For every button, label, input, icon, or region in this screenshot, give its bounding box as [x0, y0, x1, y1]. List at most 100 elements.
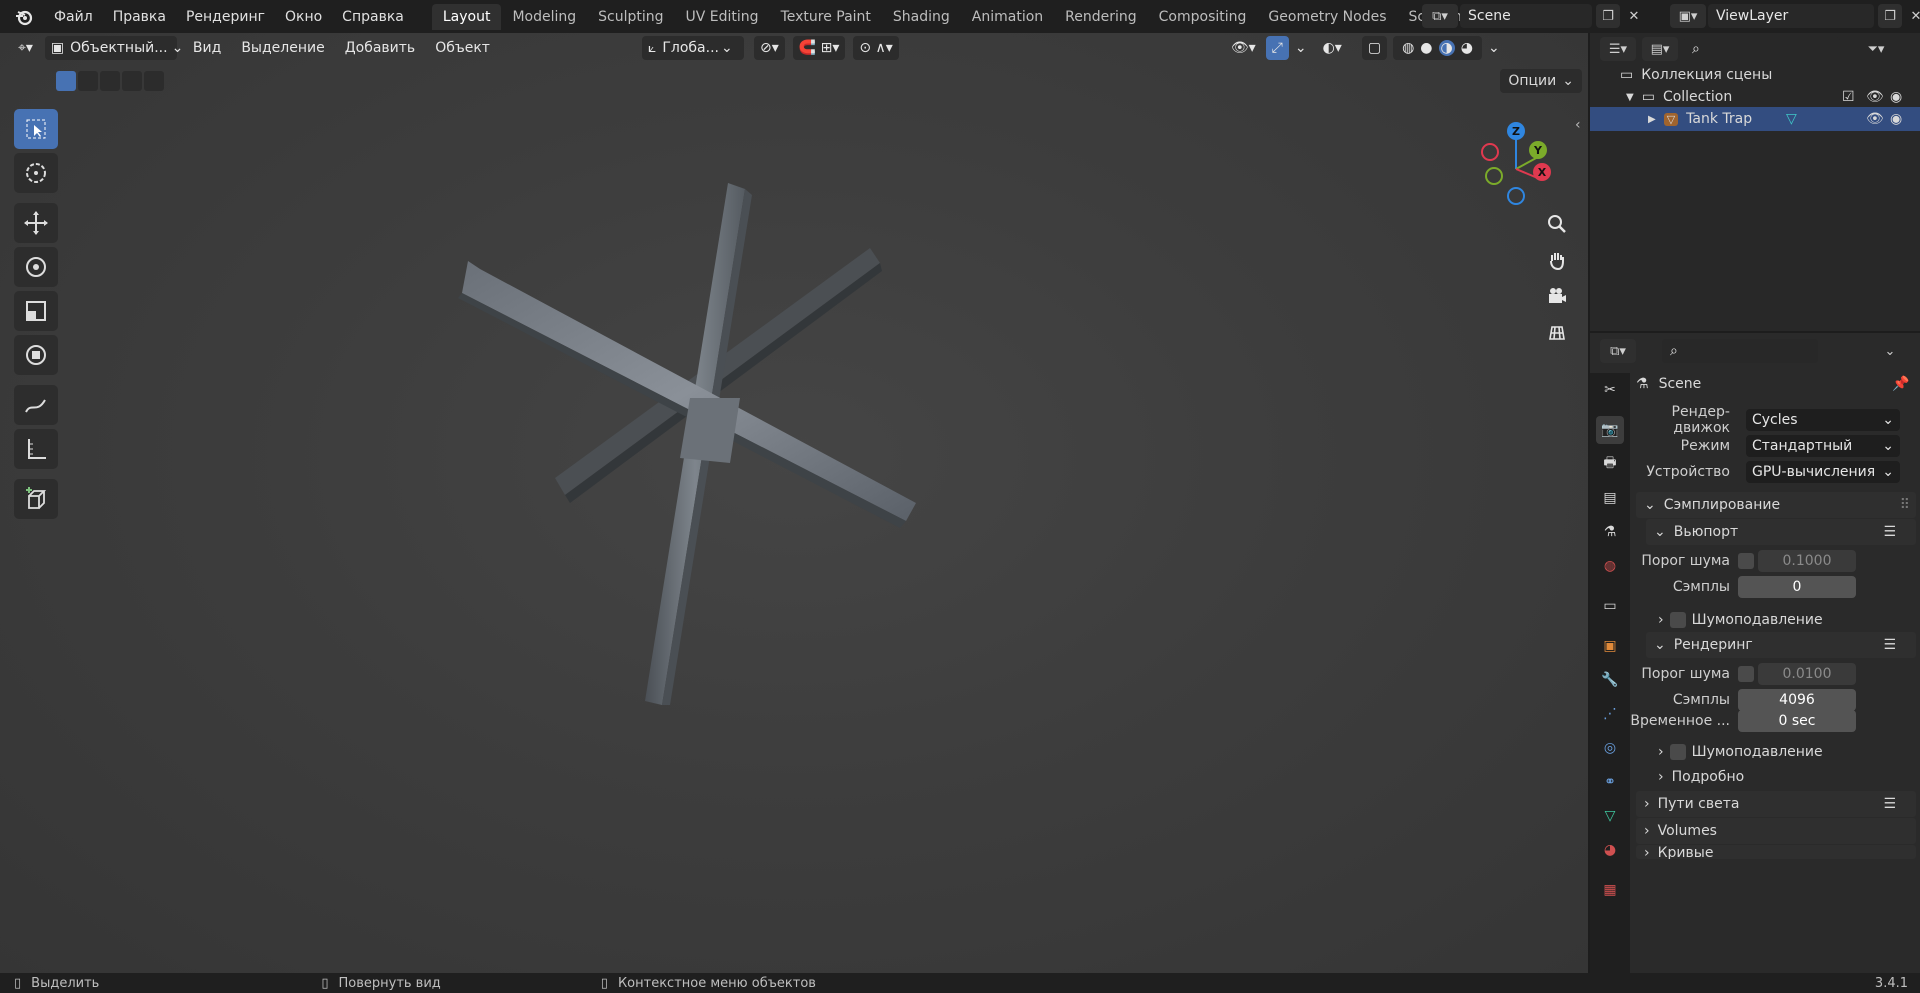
scene-header-label: Scene [1658, 376, 1702, 392]
list-icon[interactable]: ☰ [1883, 524, 1896, 540]
gizmo-neg-x[interactable] [1481, 143, 1499, 161]
render-subpanel-header[interactable]: ⌄ Рендеринг ☰ [1646, 632, 1916, 658]
outliner-search-input[interactable]: ⌕ [1684, 37, 1840, 61]
outliner-row-collection[interactable]: ▼ ▭ Collection ☑ 👁 ◉ [1590, 85, 1920, 109]
tab-sculpting[interactable]: Sculpting [587, 4, 674, 30]
tab-uv-editing[interactable]: UV Editing [675, 4, 770, 30]
viewport-denoise-row[interactable]: › Шумоподавление [1630, 607, 1920, 633]
tab-compositing[interactable]: Compositing [1148, 4, 1258, 30]
collection-tab-icon[interactable]: ▭ [1596, 592, 1624, 620]
blender-logo-icon[interactable] [12, 5, 36, 29]
scene-type-icon[interactable]: ⧉▾ [1422, 4, 1458, 28]
delete-scene-icon[interactable]: ✕ [1622, 4, 1646, 28]
physics-tab-icon[interactable]: ◎ [1596, 734, 1624, 762]
outliner-row-tank-trap[interactable]: ▶ ▽ Tank Trap ▽ 👁 ◉ [1590, 107, 1920, 131]
properties-editor-type-icon[interactable]: ⧉▾ [1600, 339, 1636, 363]
gizmo-neg-y[interactable] [1485, 167, 1503, 185]
tab-layout[interactable]: Layout [431, 3, 502, 30]
tab-rendering[interactable]: Rendering [1054, 4, 1148, 30]
drag-handle-icon[interactable]: ⠿ [1900, 497, 1910, 513]
outliner-panel: ☰▾ ▤▾ ⌕ ⏷▾ ▭ Коллекция сцены ▼ ▭ Collect… [1590, 33, 1920, 331]
volumes-label: Volumes [1657, 823, 1717, 839]
view-layer-tab-icon[interactable]: ▤ [1596, 484, 1624, 512]
tab-modeling[interactable]: Modeling [501, 4, 587, 30]
pin-icon[interactable]: 📌 [1892, 376, 1909, 392]
perspective-grid-icon[interactable] [1540, 315, 1574, 349]
expand-arrow-icon[interactable]: ▼ [1626, 92, 1634, 103]
device-dropdown[interactable]: GPU-вычисления ⌄ [1746, 461, 1900, 483]
outliner-row-scene-collection[interactable]: ▭ Коллекция сцены [1590, 63, 1920, 87]
modifier-tab-icon[interactable]: 🔧 [1596, 666, 1624, 694]
tab-texture-paint[interactable]: Texture Paint [770, 4, 882, 30]
chevron-down-icon[interactable]: ⌄ [1878, 339, 1902, 363]
tank-trap-object[interactable] [0, 33, 1588, 973]
render-denoise-row[interactable]: › Шумоподавление [1630, 739, 1920, 765]
list-icon[interactable]: ☰ [1883, 796, 1896, 812]
scene-selector: ⧉▾ Scene ❐ ✕ [1422, 3, 1646, 29]
menu-help[interactable]: Справка [332, 5, 414, 29]
display-mode-icon[interactable]: ▤▾ [1642, 37, 1678, 61]
menu-edit[interactable]: Правка [103, 5, 176, 29]
scene-tab-icon[interactable]: ⚗ [1596, 518, 1624, 546]
advanced-row[interactable]: › Подробно [1630, 764, 1920, 790]
tab-animation[interactable]: Animation [961, 4, 1054, 30]
chevron-down-icon: ⌄ [1644, 497, 1656, 513]
denoise-checkbox[interactable] [1669, 612, 1686, 628]
data-tab-icon[interactable]: ▽ [1596, 802, 1624, 830]
zoom-icon[interactable] [1540, 207, 1574, 241]
new-scene-icon[interactable]: ❐ [1596, 4, 1620, 28]
tab-shading[interactable]: Shading [882, 4, 961, 30]
advanced-label: Подробно [1671, 769, 1745, 785]
camera-icon[interactable]: ◉ [1890, 111, 1902, 127]
camera-icon[interactable]: ◉ [1890, 89, 1902, 105]
menu-window[interactable]: Окно [275, 5, 332, 29]
render-noise-threshold-field[interactable]: 0.0100 [1758, 663, 1856, 685]
navigation-gizmo[interactable]: Z Y X [1470, 113, 1570, 213]
delete-viewlayer-icon[interactable]: ✕ [1904, 4, 1920, 28]
viewport-samples-field[interactable]: 0 [1738, 576, 1856, 598]
gizmo-neg-z[interactable] [1507, 187, 1525, 205]
tool-tab-icon[interactable]: ✂ [1596, 376, 1624, 404]
menu-file[interactable]: Файл [44, 5, 103, 29]
denoise-checkbox[interactable] [1669, 744, 1686, 760]
curves-panel-header[interactable]: › Кривые [1636, 845, 1916, 859]
viewport-noise-threshold-field[interactable]: 0.1000 [1758, 550, 1856, 572]
properties-search-input[interactable]: ⌕ [1662, 339, 1818, 363]
chevron-left-icon[interactable]: ‹ [1575, 117, 1581, 133]
volumes-panel-header[interactable]: › Volumes [1636, 818, 1916, 844]
list-icon[interactable]: ☰ [1883, 637, 1896, 653]
viewport-subpanel-header[interactable]: ⌄ Вьюпорт ☰ [1646, 519, 1916, 545]
output-tab-icon[interactable]: 🖶 [1596, 450, 1624, 478]
sampling-panel-header[interactable]: ⌄ Сэмплирование ⠿ [1636, 492, 1916, 518]
eye-icon[interactable]: 👁 [1866, 89, 1884, 105]
particles-tab-icon[interactable]: ⋰ [1596, 700, 1624, 728]
texture-tab-icon[interactable]: ▦ [1596, 876, 1624, 904]
mesh-data-icon[interactable]: ▽ [1786, 111, 1797, 127]
noise-threshold-checkbox[interactable] [1738, 553, 1754, 569]
constraints-tab-icon[interactable]: ⚭ [1596, 768, 1624, 796]
pan-hand-icon[interactable] [1540, 243, 1574, 277]
scene-header-row: ⚗ Scene 📌 [1630, 371, 1920, 397]
checkbox-icon[interactable]: ☑ [1842, 89, 1855, 105]
render-tab-icon[interactable]: 📷 [1596, 416, 1624, 444]
scene-name-field[interactable]: Scene [1460, 4, 1592, 28]
material-tab-icon[interactable]: ◕ [1596, 836, 1624, 864]
world-tab-icon[interactable]: ◍ [1596, 552, 1624, 580]
object-tab-icon[interactable]: ▣ [1596, 632, 1624, 660]
viewlayer-type-icon[interactable]: ▣▾ [1670, 4, 1706, 28]
3d-viewport[interactable]: ⌖▾ ▣ Объектный... ⌄ Вид Выделение Добавит… [0, 33, 1588, 973]
noise-threshold-checkbox[interactable] [1738, 666, 1754, 682]
time-limit-field[interactable]: 0 sec [1738, 710, 1856, 732]
render-engine-dropdown[interactable]: Cycles ⌄ [1746, 409, 1900, 431]
expand-arrow-icon[interactable]: ▶ [1648, 114, 1656, 125]
light-paths-panel-header[interactable]: › Пути света ☰ [1636, 791, 1916, 817]
mode-dropdown[interactable]: Стандартный ⌄ [1746, 435, 1900, 457]
eye-icon[interactable]: 👁 [1866, 111, 1884, 127]
filter-icon[interactable]: ⏷▾ [1858, 37, 1894, 61]
camera-view-icon[interactable] [1540, 279, 1574, 313]
outliner-editor-type-icon[interactable]: ☰▾ [1600, 37, 1636, 61]
tab-geometry-nodes[interactable]: Geometry Nodes [1257, 4, 1397, 30]
viewlayer-name-field[interactable]: ViewLayer [1708, 4, 1874, 28]
new-viewlayer-icon[interactable]: ❐ [1878, 4, 1902, 28]
menu-render[interactable]: Рендеринг [176, 5, 275, 29]
